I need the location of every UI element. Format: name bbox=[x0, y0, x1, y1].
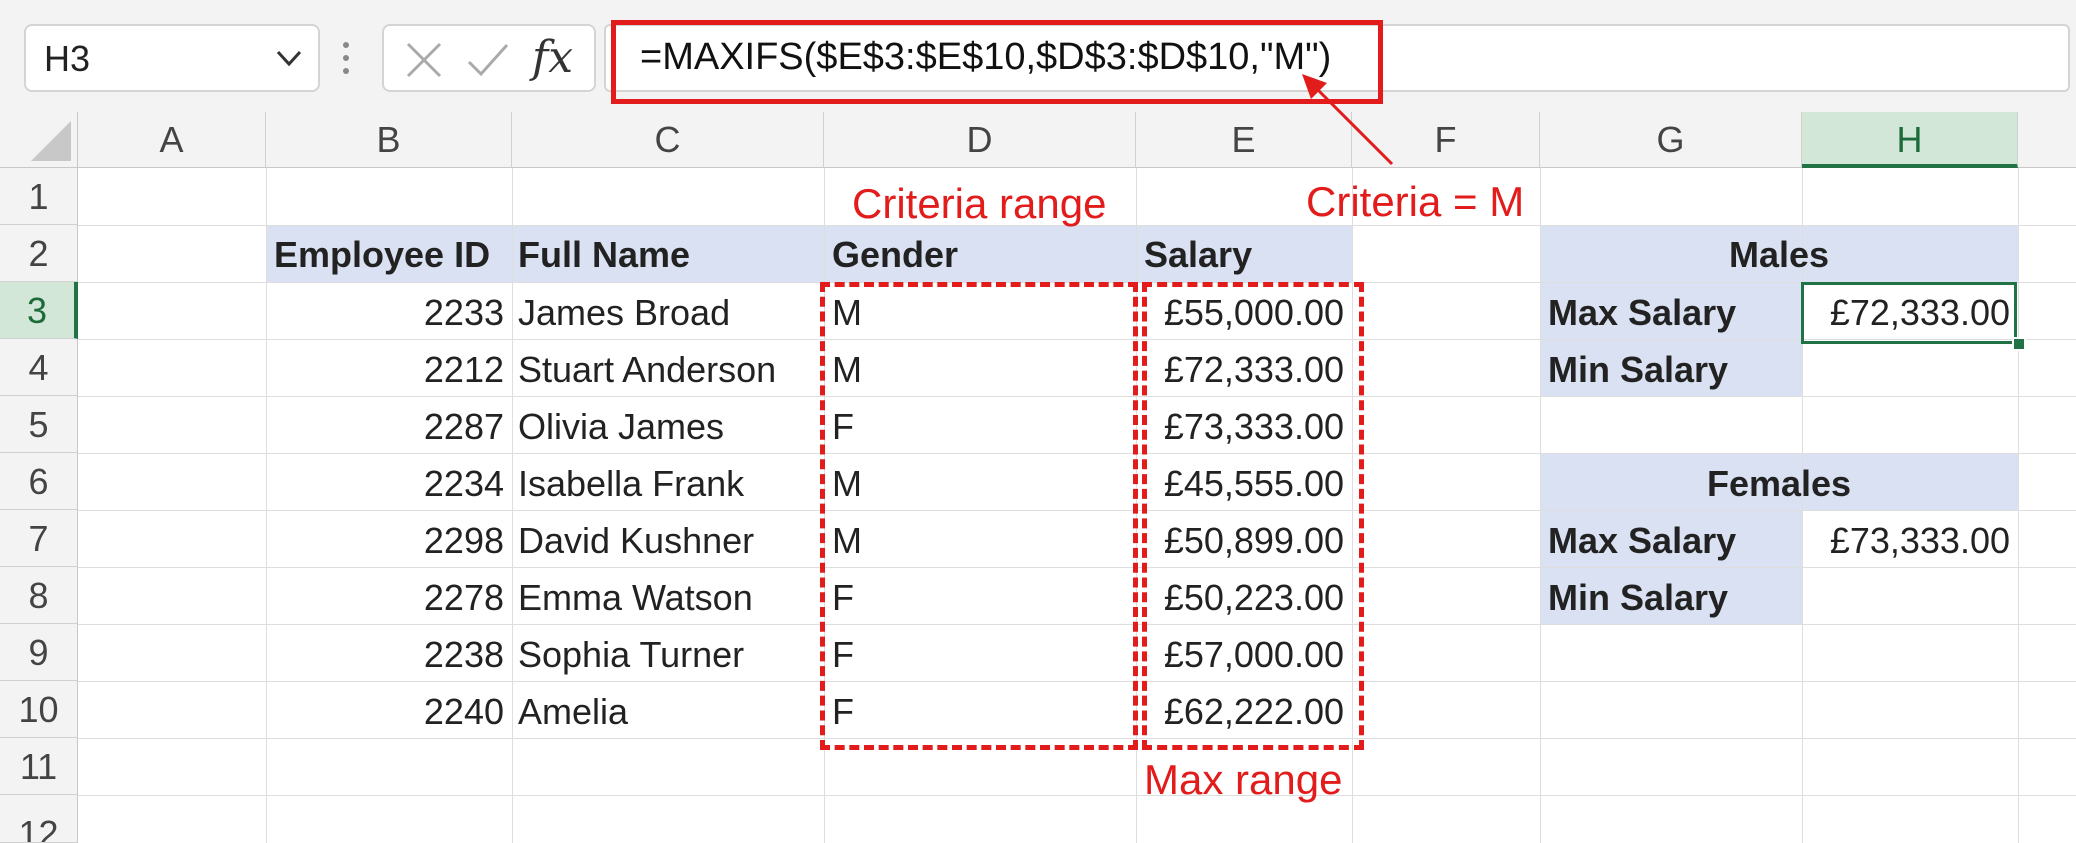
criteria-range-box bbox=[820, 282, 1138, 750]
spreadsheet-grid: A B C D E F G H 1 2 3 4 5 6 7 8 9 10 11 … bbox=[0, 112, 2076, 843]
formula-highlight-box bbox=[611, 20, 1383, 104]
column-header-blank bbox=[2018, 112, 2076, 168]
table-row-5-id[interactable]: 2298 bbox=[266, 520, 504, 562]
row-header-8[interactable]: 8 bbox=[0, 567, 78, 624]
column-header-f[interactable]: F bbox=[1352, 112, 1540, 168]
males-min-label[interactable]: Min Salary bbox=[1548, 349, 1728, 391]
table-row-1-name[interactable]: James Broad bbox=[518, 292, 730, 334]
table-row-6-id[interactable]: 2278 bbox=[266, 577, 504, 619]
females-max-label[interactable]: Max Salary bbox=[1548, 520, 1736, 562]
row-header-10[interactable]: 10 bbox=[0, 681, 78, 738]
formula-bar-area: H3 fx =MAXIFS($E$3:$E$10,$D$3:$D$10,"M") bbox=[0, 0, 2076, 112]
header-employee-id[interactable]: Employee ID bbox=[274, 234, 490, 276]
header-salary[interactable]: Salary bbox=[1144, 234, 1252, 276]
insert-function-icon[interactable]: fx bbox=[532, 32, 573, 83]
fill-handle[interactable] bbox=[2012, 337, 2026, 351]
females-title[interactable]: Females bbox=[1540, 463, 2018, 505]
table-row-3-name[interactable]: Olivia James bbox=[518, 406, 724, 448]
row-header-9[interactable]: 9 bbox=[0, 624, 78, 681]
females-min-label[interactable]: Min Salary bbox=[1548, 577, 1728, 619]
table-row-4-name[interactable]: Isabella Frank bbox=[518, 463, 744, 505]
table-row-3-id[interactable]: 2287 bbox=[266, 406, 504, 448]
column-header-h[interactable]: H bbox=[1802, 112, 2018, 168]
criteria-range-label: Criteria range bbox=[852, 180, 1107, 227]
males-title[interactable]: Males bbox=[1540, 234, 2018, 276]
row-header-7[interactable]: 7 bbox=[0, 510, 78, 567]
table-row-2-name[interactable]: Stuart Anderson bbox=[518, 349, 776, 391]
column-header-e[interactable]: E bbox=[1136, 112, 1352, 168]
table-row-1-id[interactable]: 2233 bbox=[266, 292, 504, 334]
row-header-12[interactable]: 12 bbox=[0, 795, 78, 843]
table-row-2-id[interactable]: 2212 bbox=[266, 349, 504, 391]
column-header-c[interactable]: C bbox=[512, 112, 824, 168]
column-header-d[interactable]: D bbox=[824, 112, 1136, 168]
row-header-3[interactable]: 3 bbox=[0, 282, 78, 339]
vertical-dots-icon[interactable] bbox=[340, 40, 352, 76]
cancel-icon[interactable] bbox=[404, 40, 444, 80]
column-header-a[interactable]: A bbox=[78, 112, 266, 168]
table-row-8-name[interactable]: Amelia bbox=[518, 691, 628, 733]
table-row-8-id[interactable]: 2240 bbox=[266, 691, 504, 733]
table-row-7-id[interactable]: 2238 bbox=[266, 634, 504, 676]
header-gender[interactable]: Gender bbox=[832, 234, 958, 276]
table-row-4-id[interactable]: 2234 bbox=[266, 463, 504, 505]
header-full-name[interactable]: Full Name bbox=[518, 234, 690, 276]
row-header-5[interactable]: 5 bbox=[0, 396, 78, 453]
row-header-6[interactable]: 6 bbox=[0, 453, 78, 510]
females-max-value[interactable]: £73,333.00 bbox=[1802, 520, 2010, 562]
select-all-icon bbox=[31, 121, 71, 161]
active-cell-h3[interactable] bbox=[1801, 282, 2017, 344]
formula-buttons: fx bbox=[382, 24, 596, 92]
table-row-7-name[interactable]: Sophia Turner bbox=[518, 634, 744, 676]
row-header-11[interactable]: 11 bbox=[0, 738, 78, 795]
column-header-g[interactable]: G bbox=[1540, 112, 1802, 168]
males-max-label[interactable]: Max Salary bbox=[1548, 292, 1736, 334]
row-header-2[interactable]: 2 bbox=[0, 225, 78, 282]
column-header-b[interactable]: B bbox=[266, 112, 512, 168]
max-range-box bbox=[1142, 282, 1364, 750]
name-box-value: H3 bbox=[44, 38, 91, 79]
name-box[interactable]: H3 bbox=[24, 24, 320, 92]
row-header-4[interactable]: 4 bbox=[0, 339, 78, 396]
enter-check-icon[interactable] bbox=[466, 40, 510, 80]
table-row-5-name[interactable]: David Kushner bbox=[518, 520, 754, 562]
table-row-6-name[interactable]: Emma Watson bbox=[518, 577, 753, 619]
criteria-label: Criteria = M bbox=[1306, 178, 1525, 225]
select-all-corner[interactable] bbox=[0, 112, 78, 168]
max-range-label: Max range bbox=[1144, 756, 1343, 803]
row-header-1[interactable]: 1 bbox=[0, 168, 78, 225]
chevron-down-icon[interactable] bbox=[274, 46, 304, 70]
